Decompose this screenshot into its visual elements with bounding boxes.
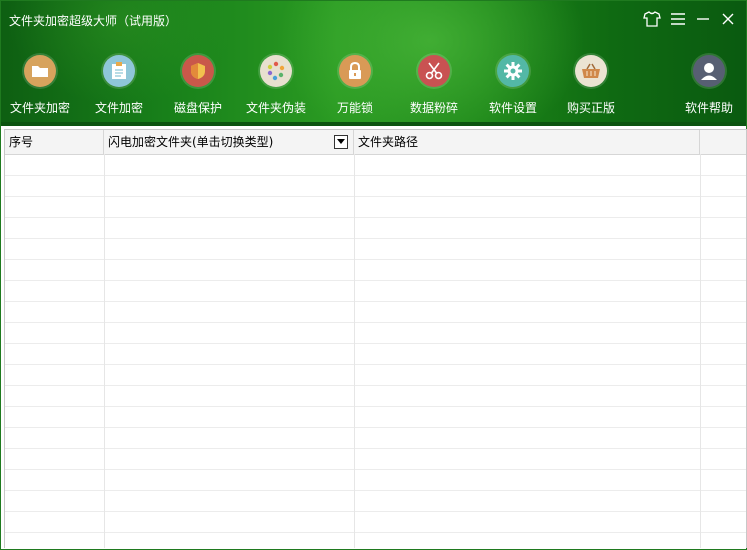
- table-row-line: [5, 427, 746, 428]
- toolbar-settings-button[interactable]: 软件设置: [488, 55, 538, 121]
- toolbar-universal-lock-button[interactable]: 万能锁: [335, 55, 375, 121]
- app-window: 文件夹加密超级大师（试用版） 文件夹加密 文件加密 磁盘保护 文件夹伪装 万能锁…: [0, 0, 747, 550]
- table-row-line: [5, 532, 746, 533]
- table-row-line: [5, 343, 746, 344]
- table-column-line: [104, 154, 105, 548]
- basket-icon: [575, 55, 607, 87]
- table-row-line: [5, 196, 746, 197]
- table-row-line: [5, 217, 746, 218]
- file-encrypt-icon: [103, 55, 135, 87]
- table-row-line: [5, 238, 746, 239]
- column-header-flash-encrypt-folder[interactable]: 闪电加密文件夹(单击切换类型): [104, 130, 354, 154]
- window-title: 文件夹加密超级大师（试用版）: [9, 14, 178, 28]
- toolbar-folder-encrypt-button[interactable]: 文件夹加密: [9, 55, 71, 121]
- folder-encrypt-icon: [24, 55, 56, 87]
- folder-disguise-icon: [260, 55, 292, 87]
- toolbar-buy-button[interactable]: 购买正版: [566, 55, 616, 121]
- table-row-line: [5, 406, 746, 407]
- minimize-icon[interactable]: [693, 9, 713, 29]
- toolbar-folder-disguise-button[interactable]: 文件夹伪装: [245, 55, 307, 121]
- table-row-line: [5, 469, 746, 470]
- table-header: 序号 闪电加密文件夹(单击切换类型) 文件夹路径: [5, 130, 746, 155]
- user-help-icon: [693, 55, 725, 87]
- table-row-line: [5, 448, 746, 449]
- column-header-extra: [700, 130, 746, 154]
- title-bar: 文件夹加密超级大师（试用版） 文件夹加密 文件加密 磁盘保护 文件夹伪装 万能锁…: [1, 1, 746, 126]
- folder-list-table[interactable]: 序号 闪电加密文件夹(单击切换类型) 文件夹路径: [4, 129, 747, 548]
- toolbar-disk-protect-button[interactable]: 磁盘保护: [173, 55, 223, 121]
- scissors-icon: [418, 55, 450, 87]
- disk-shield-icon: [182, 55, 214, 87]
- column-header-folder-path[interactable]: 文件夹路径: [354, 130, 700, 154]
- column-header-index[interactable]: 序号: [5, 130, 104, 154]
- skin-icon[interactable]: [642, 9, 662, 29]
- table-row-line: [5, 280, 746, 281]
- type-toggle-dropdown-icon[interactable]: [334, 135, 348, 149]
- table-row-line: [5, 322, 746, 323]
- column-header-flash-encrypt-label: 闪电加密文件夹(单击切换类型): [108, 135, 274, 149]
- table-row-line: [5, 511, 746, 512]
- gear-icon: [497, 55, 529, 87]
- menu-icon[interactable]: [668, 9, 688, 29]
- table-row-line: [5, 259, 746, 260]
- table-row-line: [5, 490, 746, 491]
- table-row-line: [5, 364, 746, 365]
- padlock-icon: [339, 55, 371, 87]
- close-icon[interactable]: [718, 9, 738, 29]
- toolbar-file-encrypt-button[interactable]: 文件加密: [94, 55, 144, 121]
- table-row-line: [5, 301, 746, 302]
- table-column-line: [354, 154, 355, 548]
- toolbar-help-button[interactable]: 软件帮助: [684, 55, 734, 121]
- toolbar-data-shred-button[interactable]: 数据粉碎: [409, 55, 459, 121]
- table-row-line: [5, 385, 746, 386]
- table-row-line: [5, 175, 746, 176]
- table-column-line: [700, 154, 701, 548]
